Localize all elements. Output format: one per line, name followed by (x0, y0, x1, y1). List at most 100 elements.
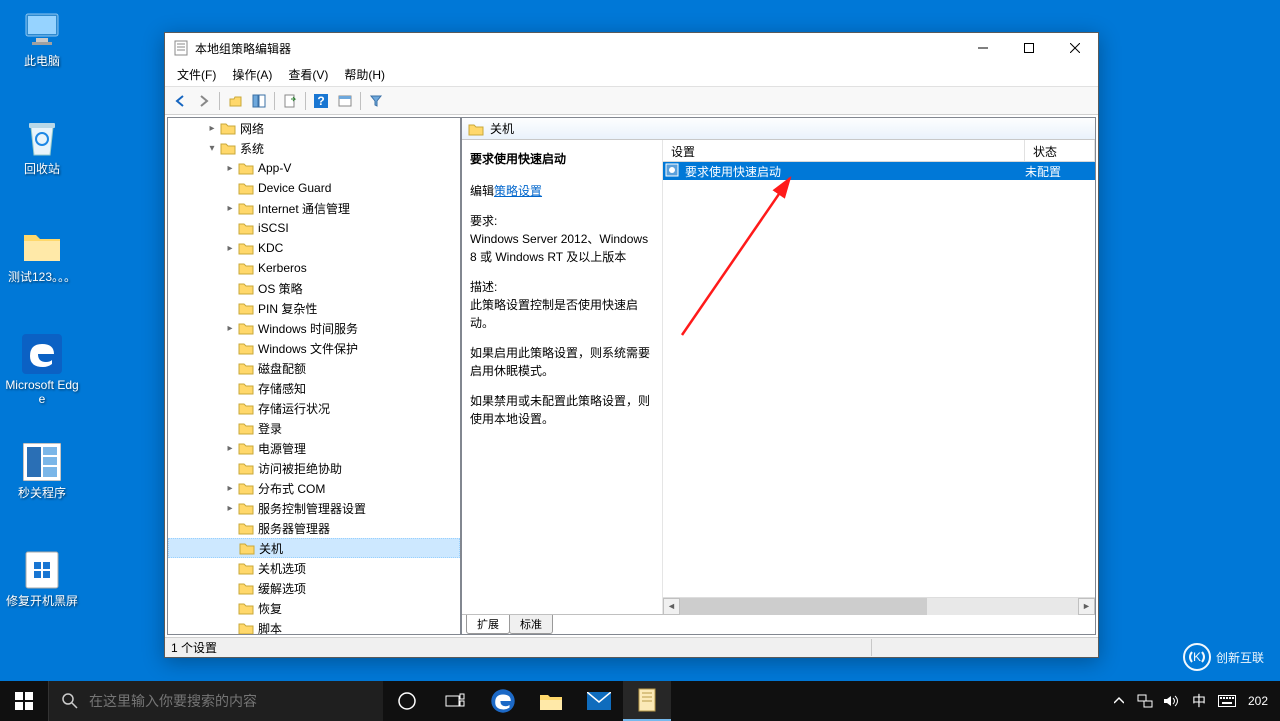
tree-item[interactable]: 登录 (168, 418, 460, 438)
desktop-icon-edge[interactable]: Microsoft Edge (4, 334, 80, 406)
expand-icon[interactable]: ▸ (204, 123, 220, 134)
menu-view[interactable]: 查看(V) (280, 64, 336, 85)
tab-standard[interactable]: 标准 (509, 615, 553, 634)
tree-item[interactable]: ▸电源管理 (168, 438, 460, 458)
taskbar-mail[interactable] (575, 681, 623, 721)
tab-extended[interactable]: 扩展 (466, 615, 510, 634)
tree-item[interactable]: ▸App-V (168, 158, 460, 178)
folder-icon (238, 561, 254, 575)
up-button[interactable] (224, 90, 246, 112)
taskbar-explorer[interactable] (527, 681, 575, 721)
desktop-icon-shutdown-app[interactable]: 秒关程序 (4, 442, 80, 500)
export-button[interactable] (279, 90, 301, 112)
start-button[interactable] (0, 681, 48, 721)
tree-item[interactable]: ▸Windows 时间服务 (168, 318, 460, 338)
tree-item[interactable]: Device Guard (168, 178, 460, 198)
expand-icon[interactable]: ▾ (204, 143, 220, 154)
tray-volume-icon[interactable] (1160, 681, 1182, 721)
search-box[interactable] (48, 681, 383, 721)
col-setting[interactable]: 设置 (663, 140, 1025, 161)
tree-item[interactable]: Kerberos (168, 258, 460, 278)
menu-file[interactable]: 文件(F) (169, 64, 224, 85)
tree-item[interactable]: ▸Internet 通信管理 (168, 198, 460, 218)
expand-icon[interactable]: ▸ (222, 323, 238, 334)
tray-ime[interactable]: 中 (1186, 681, 1212, 721)
folder-icon (238, 441, 254, 455)
properties-button[interactable] (334, 90, 356, 112)
tree-item[interactable]: 缓解选项 (168, 578, 460, 598)
close-button[interactable] (1052, 33, 1098, 63)
forward-button[interactable] (193, 90, 215, 112)
tree-item[interactable]: PIN 复杂性 (168, 298, 460, 318)
tree-item[interactable]: 脚本 (168, 618, 460, 635)
tray-network-icon[interactable] (1134, 681, 1156, 721)
expand-icon[interactable]: ▸ (222, 503, 238, 514)
tree-item[interactable]: OS 策略 (168, 278, 460, 298)
tree-item[interactable]: 存储运行状况 (168, 398, 460, 418)
tree-item[interactable]: ▾系统 (168, 138, 460, 158)
tree-item[interactable]: 关机选项 (168, 558, 460, 578)
tree-item[interactable]: 关机 (168, 538, 460, 558)
tree-item[interactable]: iSCSI (168, 218, 460, 238)
tree-item[interactable]: 磁盘配额 (168, 358, 460, 378)
tree-item[interactable]: 服务器管理器 (168, 518, 460, 538)
horizontal-scrollbar[interactable]: ◄ ► (663, 597, 1095, 614)
folder-icon (238, 601, 254, 615)
tree-item[interactable]: Windows 文件保护 (168, 338, 460, 358)
folder-icon (238, 621, 254, 635)
desktop-icon-fix-boot[interactable]: 修复开机黑屏 (4, 550, 80, 608)
tree-panel[interactable]: ▸网络▾系统▸App-VDevice Guard▸Internet 通信管理iS… (167, 117, 461, 635)
desktop-icon-recycle-bin[interactable]: 回收站 (4, 118, 80, 176)
folder-icon (238, 301, 254, 315)
expand-icon[interactable]: ▸ (222, 163, 238, 174)
expand-icon[interactable]: ▸ (222, 483, 238, 494)
expand-icon[interactable]: ▸ (222, 203, 238, 214)
help-button[interactable]: ? (310, 90, 332, 112)
tree-item[interactable]: 访问被拒绝协助 (168, 458, 460, 478)
search-input[interactable] (89, 693, 371, 709)
tree-item[interactable]: 恢复 (168, 598, 460, 618)
list-row-selected[interactable]: 要求使用快速启动 未配置 (663, 162, 1095, 180)
tray-clock[interactable]: 202 (1242, 694, 1274, 708)
menu-help[interactable]: 帮助(H) (336, 64, 393, 85)
tree-item[interactable]: ▸服务控制管理器设置 (168, 498, 460, 518)
menu-action[interactable]: 操作(A) (224, 64, 280, 85)
edit-policy-link[interactable]: 策略设置 (494, 184, 542, 198)
show-hide-button[interactable] (248, 90, 270, 112)
folder-icon (238, 161, 254, 175)
folder-icon (238, 361, 254, 375)
status-bar: 1 个设置 (165, 637, 1098, 657)
desktop-icon-test-folder[interactable]: 测试123。。。 (4, 226, 80, 284)
taskbar-edge[interactable] (479, 681, 527, 721)
tree-item[interactable]: ▸分布式 COM (168, 478, 460, 498)
scroll-left-button[interactable]: ◄ (663, 598, 680, 615)
tree-item[interactable]: 存储感知 (168, 378, 460, 398)
tray-chevron-icon[interactable] (1108, 681, 1130, 721)
col-state[interactable]: 状态 (1025, 140, 1095, 161)
expand-icon[interactable]: ▸ (222, 443, 238, 454)
tree-item[interactable]: ▸KDC (168, 238, 460, 258)
expand-icon[interactable]: ▸ (222, 243, 238, 254)
back-button[interactable] (169, 90, 191, 112)
status-text: 1 个设置 (171, 639, 872, 656)
folder-icon (239, 541, 255, 555)
cortana-button[interactable] (383, 681, 431, 721)
tree-label: 关机 (259, 540, 283, 557)
minimize-button[interactable] (960, 33, 1006, 63)
desktop-icon-label: Microsoft Edge (4, 378, 80, 406)
folder-icon (238, 381, 254, 395)
taskbar-gpedit[interactable] (623, 681, 671, 721)
task-view-button[interactable] (431, 681, 479, 721)
tree-item[interactable]: ▸网络 (168, 118, 460, 138)
list-header: 设置 状态 (663, 140, 1095, 162)
maximize-button[interactable] (1006, 33, 1052, 63)
scroll-right-button[interactable]: ► (1078, 598, 1095, 615)
tray-keyboard-icon[interactable] (1216, 681, 1238, 721)
scroll-thumb[interactable] (680, 598, 927, 615)
desktop-icon-this-pc[interactable]: 此电脑 (4, 10, 80, 68)
filter-button[interactable] (365, 90, 387, 112)
req-text: Windows Server 2012、Windows 8 或 Windows … (470, 230, 654, 266)
list-empty-area[interactable] (663, 180, 1095, 597)
scroll-track[interactable] (680, 598, 1078, 615)
titlebar[interactable]: 本地组策略编辑器 (165, 33, 1098, 63)
